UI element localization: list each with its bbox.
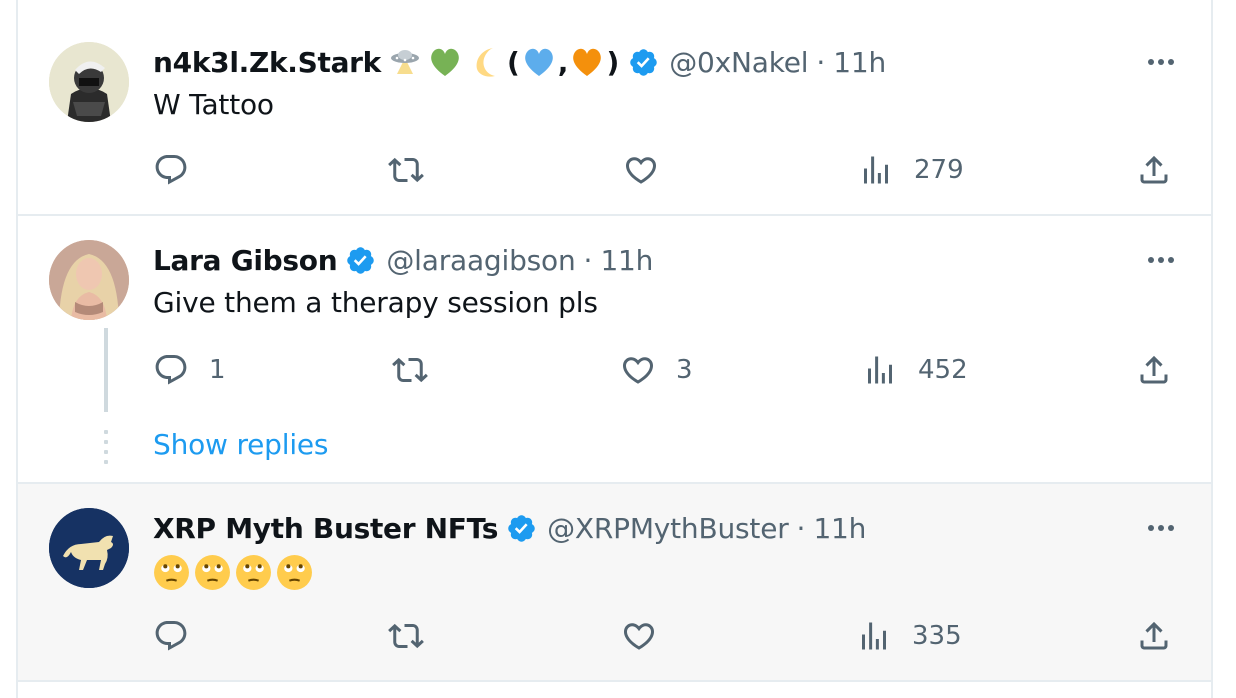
- eye-roll-face-icon: [154, 555, 189, 590]
- username[interactable]: @laraagibson: [386, 244, 575, 277]
- share-icon: [1140, 355, 1168, 384]
- views-button[interactable]: 335: [856, 616, 962, 656]
- retweet-icon: [388, 623, 424, 649]
- avatar[interactable]: [49, 42, 129, 122]
- more-options-icon[interactable]: [1143, 52, 1179, 72]
- eye-roll-face-icon: [236, 555, 271, 590]
- comma: ,: [557, 45, 569, 79]
- blue-heart-icon: [524, 48, 553, 76]
- thread-line: [104, 328, 108, 412]
- share-button[interactable]: [1136, 616, 1172, 656]
- like-button[interactable]: [623, 150, 679, 190]
- verified-badge-icon[interactable]: [628, 47, 659, 78]
- orange-heart-icon: [573, 48, 602, 76]
- avatar[interactable]: [49, 240, 129, 320]
- username[interactable]: @0xNakel: [669, 46, 808, 79]
- avatar-image: [49, 508, 129, 588]
- retweet-button[interactable]: [392, 350, 448, 390]
- views-button[interactable]: 452: [862, 350, 968, 390]
- reply-count: 1: [209, 355, 226, 385]
- views-icon: [868, 356, 892, 384]
- timestamp[interactable]: 11h: [600, 244, 653, 277]
- display-name[interactable]: n4k3l.Zk.Stark: [153, 46, 381, 79]
- tweet-text: Give them a therapy session pls: [153, 286, 598, 319]
- tweet-header: n4k3l.Zk.Stark ( , ) @0xNakel · 11h: [153, 44, 886, 80]
- verified-badge-icon[interactable]: [506, 513, 537, 544]
- thread-dots: [104, 430, 108, 470]
- avatar[interactable]: [49, 508, 129, 588]
- like-button[interactable]: 3: [620, 350, 693, 390]
- views-icon: [862, 622, 886, 650]
- share-icon: [1140, 621, 1168, 650]
- avatar-image: [49, 42, 129, 122]
- share-button[interactable]: [1136, 350, 1172, 390]
- display-name[interactable]: Lara Gibson: [153, 244, 338, 277]
- heart-icon: [622, 357, 654, 384]
- retweet-icon: [388, 157, 424, 183]
- like-button[interactable]: [621, 616, 677, 656]
- tweet-header: Lara Gibson @laraagibson · 11h: [153, 242, 653, 278]
- heart-icon: [625, 157, 657, 184]
- show-replies-link[interactable]: Show replies: [153, 428, 329, 461]
- paren-close: ): [606, 45, 620, 79]
- verified-badge-icon[interactable]: [345, 245, 376, 276]
- green-heart-icon: [431, 48, 459, 76]
- reply-icon: [155, 155, 187, 185]
- more-options-icon[interactable]: [1143, 250, 1179, 270]
- retweet-icon: [392, 357, 428, 383]
- divider: [16, 680, 1213, 682]
- paren-open: (: [507, 45, 520, 79]
- view-count: 279: [914, 155, 964, 185]
- reply-tweet[interactable]: n4k3l.Zk.Stark ( , ) @0xNakel · 11h W Ta…: [18, 18, 1211, 214]
- tweet-text: W Tattoo: [153, 88, 274, 121]
- reply-tweet[interactable]: Lara Gibson @laraagibson · 11h Give them…: [18, 216, 1211, 482]
- eye-roll-face-icon: [277, 555, 312, 590]
- share-button[interactable]: [1136, 150, 1172, 190]
- tweet-text: [153, 554, 313, 591]
- separator: ·: [796, 511, 806, 545]
- share-icon: [1140, 155, 1168, 184]
- display-name[interactable]: XRP Myth Buster NFTs: [153, 512, 498, 545]
- retweet-button[interactable]: [388, 616, 444, 656]
- views-button[interactable]: 279: [858, 150, 964, 190]
- timestamp[interactable]: 11h: [833, 46, 886, 79]
- separator: ·: [816, 45, 826, 79]
- username[interactable]: @XRPMythBuster: [547, 512, 789, 545]
- reply-tweet[interactable]: XRP Myth Buster NFTs @XRPMythBuster · 11…: [18, 484, 1211, 680]
- views-icon: [864, 156, 888, 184]
- heart-icon: [623, 623, 655, 650]
- retweet-button[interactable]: [388, 150, 444, 190]
- more-options-icon[interactable]: [1143, 518, 1179, 538]
- separator: ·: [583, 243, 593, 277]
- timestamp[interactable]: 11h: [813, 512, 866, 545]
- like-count: 3: [676, 355, 693, 385]
- reply-button[interactable]: [153, 616, 209, 656]
- crescent-moon-icon: [476, 48, 495, 77]
- reply-button[interactable]: [153, 150, 209, 190]
- flying-saucer-icon: [391, 50, 419, 74]
- view-count: 335: [912, 621, 962, 651]
- reply-icon: [155, 621, 187, 651]
- avatar-image: [49, 240, 129, 320]
- tweet-header: XRP Myth Buster NFTs @XRPMythBuster · 11…: [153, 510, 866, 546]
- eye-roll-face-icon: [195, 555, 230, 590]
- reply-button[interactable]: 1: [153, 350, 226, 390]
- reply-icon: [155, 355, 187, 385]
- view-count: 452: [918, 355, 968, 385]
